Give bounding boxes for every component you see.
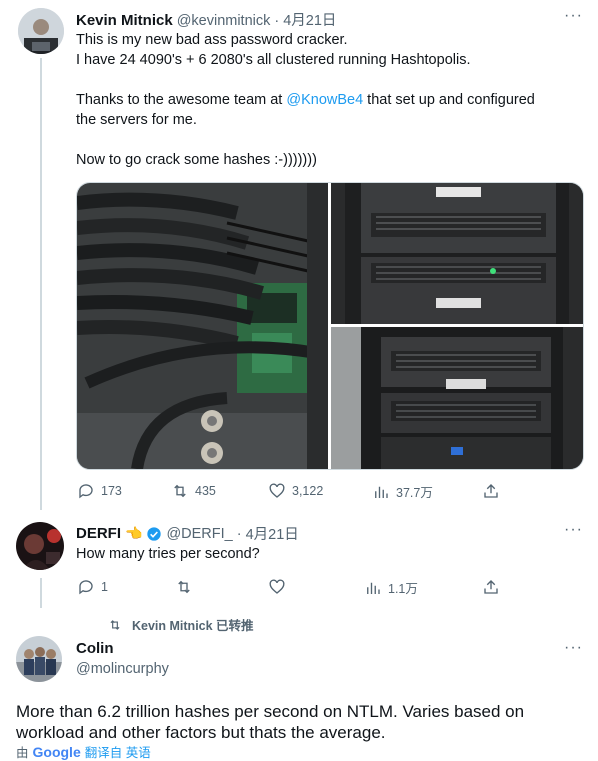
reply-button[interactable]: 1 xyxy=(77,578,108,596)
share-button[interactable] xyxy=(482,482,500,500)
translate-label: 翻译自 英语 xyxy=(84,746,151,760)
share-button[interactable] xyxy=(482,578,500,596)
views-icon xyxy=(367,582,380,594)
author-handle[interactable]: @DERFI_ xyxy=(166,526,232,542)
tweet-text: How many tries per second? xyxy=(76,546,260,562)
timestamp[interactable]: 4月21日 xyxy=(283,9,336,30)
tweet-line: the servers for me. xyxy=(76,112,197,128)
retweet-button[interactable] xyxy=(175,578,193,596)
views-icon xyxy=(375,486,388,498)
tweet-text-segment: that set up and configured xyxy=(363,92,535,108)
translate-prefix: 由 xyxy=(16,746,29,760)
author-name[interactable]: Colin xyxy=(76,640,114,657)
reply-count: 1 xyxy=(101,580,108,594)
tweet-line: Thanks to the awesome team at @KnowBe4 t… xyxy=(76,90,535,110)
media-photo-rack-bottom[interactable] xyxy=(331,327,583,469)
separator: · xyxy=(274,13,280,29)
like-button[interactable] xyxy=(268,578,286,596)
like-button[interactable]: 3,122 xyxy=(268,482,323,500)
tweet-text-segment: Thanks to the awesome team at xyxy=(76,92,287,108)
more-options-icon[interactable]: ··· xyxy=(564,7,583,25)
tweet-line: I have 24 4090's + 6 2080's all clustere… xyxy=(76,52,471,68)
retweet-icon xyxy=(174,484,186,498)
heart-icon xyxy=(269,483,285,498)
media-photo-cables[interactable] xyxy=(77,183,328,469)
views-button[interactable]: 1.1万 xyxy=(364,578,418,597)
retweet-count: 435 xyxy=(195,484,216,498)
heart-icon xyxy=(269,579,285,594)
avatar[interactable] xyxy=(18,8,64,54)
author-handle[interactable]: @kevinmitnick xyxy=(177,13,271,29)
reply-button[interactable]: 173 xyxy=(77,482,122,500)
retweet-button[interactable]: 435 xyxy=(171,482,216,500)
more-options-icon[interactable]: ··· xyxy=(564,521,583,539)
media-grid xyxy=(76,182,584,470)
reply-count: 173 xyxy=(101,484,122,498)
author-name[interactable]: DERFI xyxy=(76,525,121,542)
tweet-line: This is my new bad ass password cracker. xyxy=(76,32,348,48)
retweet-context: Kevin Mitnick 已转推 xyxy=(108,615,254,634)
avatar[interactable] xyxy=(16,636,62,682)
thread-line xyxy=(40,578,42,608)
thread-line xyxy=(40,58,42,510)
share-icon xyxy=(484,484,498,498)
tweet-line: Now to go crack some hashes :-))))))) xyxy=(76,152,317,168)
like-count: 3,122 xyxy=(292,484,324,498)
tweet-header: DERFI 👈 @DERFI_ · 4月21日 xyxy=(76,523,299,544)
retweet-icon xyxy=(110,619,120,630)
mention-link[interactable]: @KnowBe4 xyxy=(286,92,363,108)
tweet-line xyxy=(76,70,535,90)
google-logo: Google xyxy=(32,743,81,760)
timestamp[interactable]: 4月21日 xyxy=(246,523,299,544)
translation-attribution[interactable]: 由 Google 翻译自 英语 xyxy=(16,742,151,761)
author-name[interactable]: Kevin Mitnick xyxy=(76,12,173,29)
views-count: 1.1万 xyxy=(388,582,418,596)
retweet-icon xyxy=(178,580,190,594)
verified-badge-icon xyxy=(147,526,162,541)
more-options-icon[interactable]: ··· xyxy=(564,639,583,657)
author-handle[interactable]: @molincurphy xyxy=(76,661,169,677)
views-button[interactable]: 37.7万 xyxy=(372,482,433,501)
separator: · xyxy=(236,525,242,542)
views-count: 37.7万 xyxy=(396,486,433,500)
retweet-context-label[interactable]: Kevin Mitnick 已转推 xyxy=(132,615,254,634)
pointing-emoji-icon: 👈 xyxy=(125,525,143,541)
reply-icon xyxy=(79,484,93,499)
share-icon xyxy=(484,580,498,594)
tweet-header: Kevin Mitnick @kevinmitnick · 4月21日 xyxy=(76,9,336,30)
tweet-line xyxy=(76,130,535,150)
reply-icon xyxy=(79,580,93,595)
tweet-text: This is my new bad ass password cracker.… xyxy=(76,30,535,170)
avatar[interactable] xyxy=(16,522,64,570)
media-photo-rack-top[interactable] xyxy=(331,183,583,324)
